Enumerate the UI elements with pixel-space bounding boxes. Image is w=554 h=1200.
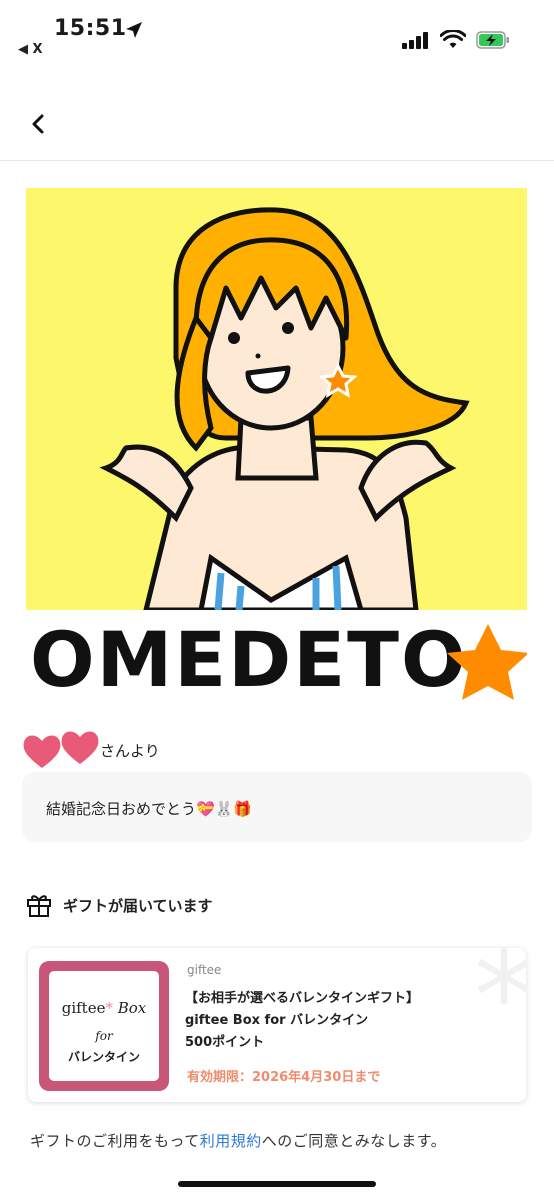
message-box: 結婚記念日おめでとう💝🐰🎁	[22, 772, 532, 842]
back-to-app-link[interactable]: ◀ X	[18, 42, 43, 57]
terms-link[interactable]: 利用規約	[200, 1132, 262, 1150]
signal-icon	[402, 32, 428, 49]
sender-avatar-hearts	[23, 731, 99, 768]
thumbnail-title: giftee* Box	[61, 999, 147, 1017]
wifi-icon	[440, 30, 466, 48]
gift-title: 【お相手が選べるバレンタインギフト】 giftee Box for バレンタイン…	[185, 991, 420, 1050]
thumbnail-valentine: バレンタイン	[67, 1050, 140, 1064]
omedeto-banner: OMEDETO	[30, 615, 527, 702]
sender-label: さんより	[100, 742, 160, 760]
omedeto-text: OMEDETO	[30, 615, 468, 702]
battery-charging-icon	[476, 31, 509, 49]
gift-expiry: 有効期限：2026年4月30日まで	[187, 1070, 381, 1085]
gift-thumbnail: giftee* Box for バレンタイン	[39, 961, 169, 1091]
hero-illustration	[26, 188, 527, 610]
gift-section-title: ギフトが届いています	[63, 897, 213, 915]
gift-message: 結婚記念日おめでとう💝🐰🎁	[46, 800, 253, 818]
woman-illustration	[99, 207, 470, 610]
terms-notice: ギフトのご利用をもって利用規約へのご同意とみなします。	[30, 1132, 447, 1150]
status-icons	[402, 30, 510, 50]
thumbnail-for: for	[95, 1029, 113, 1043]
nav-bar	[0, 80, 554, 161]
chevron-left-icon[interactable]	[24, 110, 52, 138]
gift-icon	[27, 895, 51, 917]
gift-card[interactable]: * giftee* Box for バレンタイン giftee 【お相手が選べる…	[28, 948, 526, 1102]
gift-brand: giftee	[187, 963, 222, 977]
location-arrow-icon	[126, 22, 142, 38]
status-time: 15:51	[54, 16, 127, 41]
home-indicator[interactable]	[178, 1181, 376, 1187]
